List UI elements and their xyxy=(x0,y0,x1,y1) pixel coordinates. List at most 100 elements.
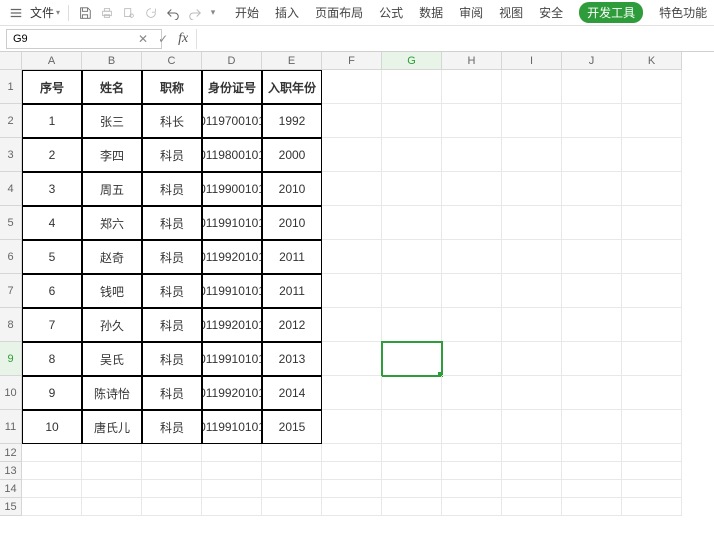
cell-A13[interactable] xyxy=(22,462,82,480)
cell-H2[interactable] xyxy=(442,104,502,138)
cell-K13[interactable] xyxy=(622,462,682,480)
cell-H15[interactable] xyxy=(442,498,502,516)
cell-I6[interactable] xyxy=(502,240,562,274)
save-icon[interactable] xyxy=(75,3,95,23)
cell-E7[interactable]: 2011 xyxy=(262,274,322,308)
cell-J15[interactable] xyxy=(562,498,622,516)
cell-G2[interactable] xyxy=(382,104,442,138)
cell-J7[interactable] xyxy=(562,274,622,308)
cell-D1[interactable]: 身份证号 xyxy=(202,70,262,104)
col-header-B[interactable]: B xyxy=(82,52,142,70)
cell-F12[interactable] xyxy=(322,444,382,462)
cell-C14[interactable] xyxy=(142,480,202,498)
cell-B3[interactable]: 李四 xyxy=(82,138,142,172)
cell-D12[interactable] xyxy=(202,444,262,462)
cell-A3[interactable]: 2 xyxy=(22,138,82,172)
formula-input[interactable] xyxy=(196,29,714,49)
cell-C2[interactable]: 科长 xyxy=(142,104,202,138)
cell-H6[interactable] xyxy=(442,240,502,274)
row-header-13[interactable]: 13 xyxy=(0,462,22,480)
cell-H14[interactable] xyxy=(442,480,502,498)
cell-H10[interactable] xyxy=(442,376,502,410)
cell-G1[interactable] xyxy=(382,70,442,104)
cell-J9[interactable] xyxy=(562,342,622,376)
cell-A9[interactable]: 8 xyxy=(22,342,82,376)
cell-B8[interactable]: 孙久 xyxy=(82,308,142,342)
cell-H1[interactable] xyxy=(442,70,502,104)
cell-E6[interactable]: 2011 xyxy=(262,240,322,274)
cell-C12[interactable] xyxy=(142,444,202,462)
cell-G9[interactable] xyxy=(382,342,442,376)
cell-K14[interactable] xyxy=(622,480,682,498)
cell-C3[interactable]: 科员 xyxy=(142,138,202,172)
col-header-A[interactable]: A xyxy=(22,52,82,70)
cell-K5[interactable] xyxy=(622,206,682,240)
cell-C1[interactable]: 职称 xyxy=(142,70,202,104)
menu-start[interactable]: 开始 xyxy=(235,4,259,21)
cell-C5[interactable]: 科员 xyxy=(142,206,202,240)
cell-A11[interactable]: 10 xyxy=(22,410,82,444)
menu-view[interactable]: 视图 xyxy=(499,4,523,21)
col-header-K[interactable]: K xyxy=(622,52,682,70)
cell-B12[interactable] xyxy=(82,444,142,462)
cell-K8[interactable] xyxy=(622,308,682,342)
cell-H5[interactable] xyxy=(442,206,502,240)
cell-F5[interactable] xyxy=(322,206,382,240)
cell-G10[interactable] xyxy=(382,376,442,410)
cell-I9[interactable] xyxy=(502,342,562,376)
menu-insert[interactable]: 插入 xyxy=(275,4,299,21)
cell-E8[interactable]: 2012 xyxy=(262,308,322,342)
col-header-I[interactable]: I xyxy=(502,52,562,70)
cell-J11[interactable] xyxy=(562,410,622,444)
cell-G15[interactable] xyxy=(382,498,442,516)
cell-E11[interactable]: 2015 xyxy=(262,410,322,444)
cell-J2[interactable] xyxy=(562,104,622,138)
cell-F3[interactable] xyxy=(322,138,382,172)
row-header-7[interactable]: 7 xyxy=(0,274,22,308)
cell-G4[interactable] xyxy=(382,172,442,206)
row-header-11[interactable]: 11 xyxy=(0,410,22,444)
cell-C11[interactable]: 科员 xyxy=(142,410,202,444)
cell-B13[interactable] xyxy=(82,462,142,480)
cell-J4[interactable] xyxy=(562,172,622,206)
cell-G13[interactable] xyxy=(382,462,442,480)
cancel-icon[interactable]: ✕ xyxy=(138,32,148,46)
cell-J10[interactable] xyxy=(562,376,622,410)
col-header-J[interactable]: J xyxy=(562,52,622,70)
cell-C7[interactable]: 科员 xyxy=(142,274,202,308)
cell-K4[interactable] xyxy=(622,172,682,206)
cell-A1[interactable]: 序号 xyxy=(22,70,82,104)
cell-D15[interactable] xyxy=(202,498,262,516)
cell-F14[interactable] xyxy=(322,480,382,498)
cell-F1[interactable] xyxy=(322,70,382,104)
cell-C8[interactable]: 科员 xyxy=(142,308,202,342)
menu-icon[interactable] xyxy=(6,3,26,23)
cell-E10[interactable]: 2014 xyxy=(262,376,322,410)
cell-I10[interactable] xyxy=(502,376,562,410)
cell-D10[interactable]: 0119920101 xyxy=(202,376,262,410)
cell-B5[interactable]: 郑六 xyxy=(82,206,142,240)
cell-C6[interactable]: 科员 xyxy=(142,240,202,274)
cell-D4[interactable]: 0119900101 xyxy=(202,172,262,206)
cell-I8[interactable] xyxy=(502,308,562,342)
cell-A10[interactable]: 9 xyxy=(22,376,82,410)
cell-B11[interactable]: 唐氏儿 xyxy=(82,410,142,444)
cell-J14[interactable] xyxy=(562,480,622,498)
cell-H13[interactable] xyxy=(442,462,502,480)
row-header-8[interactable]: 8 xyxy=(0,308,22,342)
col-header-D[interactable]: D xyxy=(202,52,262,70)
cell-B10[interactable]: 陈诗怡 xyxy=(82,376,142,410)
row-header-2[interactable]: 2 xyxy=(0,104,22,138)
cell-A15[interactable] xyxy=(22,498,82,516)
cell-K7[interactable] xyxy=(622,274,682,308)
cell-I7[interactable] xyxy=(502,274,562,308)
cell-H7[interactable] xyxy=(442,274,502,308)
cell-I11[interactable] xyxy=(502,410,562,444)
cell-D13[interactable] xyxy=(202,462,262,480)
select-all-corner[interactable] xyxy=(0,52,22,70)
fx-icon[interactable]: fx xyxy=(178,31,188,47)
cell-H12[interactable] xyxy=(442,444,502,462)
cell-I4[interactable] xyxy=(502,172,562,206)
menu-features[interactable]: 特色功能 xyxy=(659,4,707,21)
cell-K6[interactable] xyxy=(622,240,682,274)
